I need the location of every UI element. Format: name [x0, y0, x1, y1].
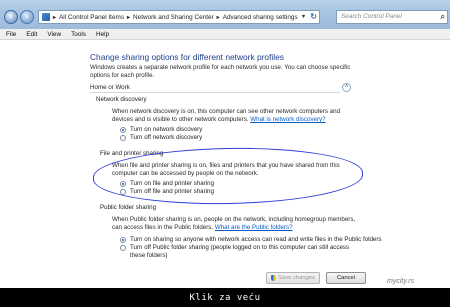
- forward-button[interactable]: ›: [20, 10, 34, 24]
- breadcrumb-all-items[interactable]: All Control Panel Items: [59, 14, 124, 21]
- chevron-down-icon[interactable]: ▾: [302, 11, 305, 23]
- control-panel-icon: [42, 13, 50, 21]
- breadcrumb-network-center[interactable]: Network and Sharing Center: [133, 14, 214, 21]
- page-title: Change sharing options for different net…: [90, 52, 284, 62]
- profile-header[interactable]: Home or Work: [90, 84, 130, 91]
- cancel-button[interactable]: Cancel: [326, 272, 366, 284]
- caption-bar[interactable]: Klik za veću: [0, 288, 450, 307]
- breadcrumb-separator-icon: ▸: [216, 14, 220, 21]
- radio-label: Turn off network discovery: [130, 134, 203, 141]
- search-placeholder: Search Control Panel: [341, 13, 402, 20]
- radio-button-selected[interactable]: [120, 126, 126, 133]
- radio-network-discovery-off[interactable]: Turn off network discovery: [120, 134, 202, 141]
- main-content: Change sharing options for different net…: [0, 40, 450, 288]
- public-folder-sharing-header: Public folder sharing: [100, 204, 157, 211]
- network-discovery-header: Network discovery: [96, 96, 147, 103]
- explorer-window: ‹ › ▸ All Control Panel Items ▸ Network …: [0, 0, 450, 288]
- back-button[interactable]: ‹: [4, 10, 18, 24]
- save-changes-label: Save changes: [278, 275, 315, 281]
- caption-text[interactable]: Klik za veću: [189, 293, 260, 303]
- cancel-label: Cancel: [336, 275, 356, 281]
- save-changes-button[interactable]: Save changes: [266, 272, 320, 284]
- breadcrumb-separator-icon: ▸: [53, 14, 57, 21]
- radio-network-discovery-on[interactable]: Turn on network discovery: [120, 126, 202, 133]
- menu-view[interactable]: View: [47, 31, 61, 38]
- radio-button[interactable]: [120, 245, 126, 251]
- network-discovery-description: When network discovery is on, this compu…: [112, 108, 352, 124]
- search-icon[interactable]: ⌕: [441, 11, 445, 23]
- radio-label: Turn off Public folder sharing (people l…: [130, 244, 350, 259]
- menu-file[interactable]: File: [6, 31, 16, 38]
- public-folder-sharing-description: When Public folder sharing is on, people…: [112, 216, 362, 232]
- title-bar: ‹ › ▸ All Control Panel Items ▸ Network …: [0, 0, 450, 29]
- breadcrumb-separator-icon: ▸: [127, 14, 131, 21]
- intro-text: Windows creates a separate network profi…: [90, 64, 351, 79]
- address-bar[interactable]: ▸ All Control Panel Items ▸ Network and …: [38, 10, 320, 24]
- radio-label: Turn on network discovery: [130, 126, 203, 133]
- collapse-chevron-icon[interactable]: ˄: [342, 83, 351, 92]
- search-input[interactable]: Search Control Panel ⌕: [336, 10, 448, 24]
- radio-button[interactable]: [120, 134, 126, 141]
- divider: [90, 92, 340, 93]
- radio-public-sharing-off[interactable]: Turn off Public folder sharing (people l…: [120, 244, 352, 260]
- menu-help[interactable]: Help: [96, 31, 109, 38]
- radio-button-selected[interactable]: [120, 236, 126, 243]
- breadcrumb-advanced-sharing[interactable]: Advanced sharing settings: [223, 14, 298, 21]
- network-discovery-help-link[interactable]: What is network discovery?: [250, 116, 325, 123]
- watermark: mycity.rs: [387, 278, 415, 285]
- menu-bar: File Edit View Tools Help: [0, 29, 450, 40]
- menu-edit[interactable]: Edit: [26, 31, 37, 38]
- menu-tools[interactable]: Tools: [71, 31, 86, 38]
- radio-label: Turn on sharing so anyone with network a…: [130, 236, 382, 243]
- public-folder-help-link[interactable]: What are the Public folders?: [215, 224, 293, 231]
- uac-shield-icon: [271, 275, 277, 281]
- radio-public-sharing-on[interactable]: Turn on sharing so anyone with network a…: [120, 236, 382, 243]
- refresh-icon[interactable]: ↻: [310, 11, 317, 23]
